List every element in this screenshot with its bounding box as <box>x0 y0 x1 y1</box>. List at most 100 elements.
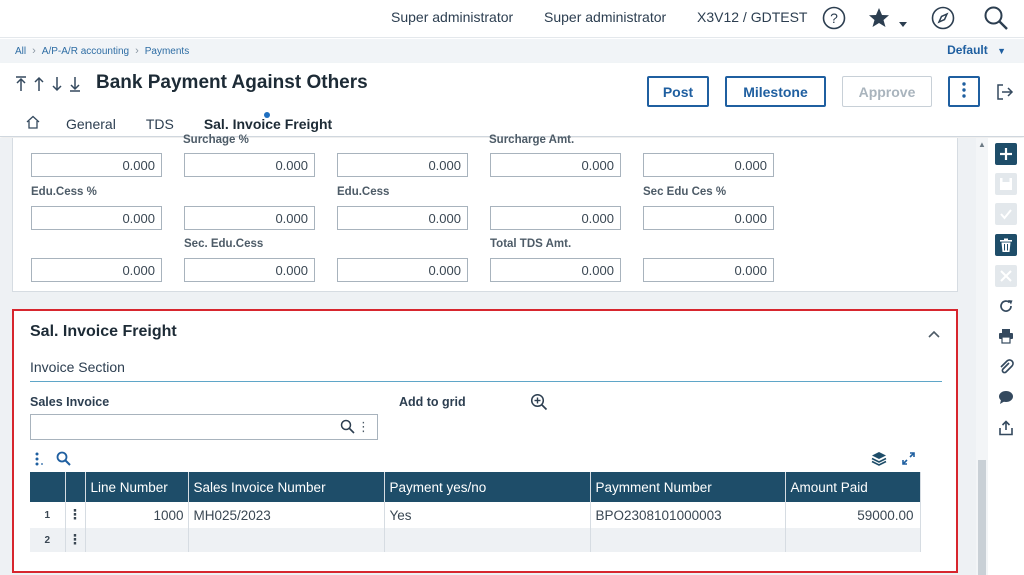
grid-header-sales-invoice-number[interactable]: Sales Invoice Number <box>188 472 385 502</box>
tab-tds[interactable]: TDS <box>146 116 174 132</box>
scrollbar-thumb[interactable] <box>978 460 986 575</box>
surcharge-pct-field[interactable]: 0.000 <box>184 153 315 177</box>
field-r3-c3[interactable]: 0.000 <box>337 258 468 282</box>
surcharge-pct-label: Surchage % <box>183 134 249 146</box>
chevron-down-icon[interactable] <box>896 10 910 38</box>
content-area: Surchage % Surcharge Amt. 0.000 0.000 0.… <box>0 134 976 575</box>
sec-edu-cess-label: Sec. Edu.Cess <box>184 238 264 250</box>
field-r1-c5[interactable]: 0.000 <box>643 153 774 177</box>
breadcrumb: All › A/P-A/R accounting › Payments Defa… <box>0 39 1024 63</box>
breadcrumb-all[interactable]: All <box>15 46 26 57</box>
star-icon[interactable] <box>865 4 893 32</box>
grid-header-line-number[interactable]: Line Number <box>85 472 189 502</box>
compass-icon[interactable] <box>929 4 957 32</box>
expand-icon[interactable] <box>901 451 916 471</box>
check-icon[interactable] <box>995 203 1017 225</box>
refresh-icon[interactable] <box>995 295 1017 317</box>
grid-options-icon[interactable] <box>34 452 44 471</box>
grid-toolbar-right <box>871 451 916 471</box>
kebab-icon[interactable]: ⋮ <box>357 419 370 435</box>
chevron-right-icon: › <box>32 45 36 57</box>
cell-line-number[interactable]: 1000 <box>85 502 189 528</box>
save-icon[interactable] <box>995 173 1017 195</box>
home-icon[interactable] <box>26 115 40 132</box>
search-icon[interactable] <box>340 419 355 439</box>
user-role[interactable]: Super administrator <box>544 9 666 25</box>
print-icon[interactable] <box>995 325 1017 347</box>
content-scrollbar[interactable]: ▲ <box>976 138 988 575</box>
first-record-icon[interactable] <box>14 75 28 98</box>
share-icon[interactable] <box>995 417 1017 439</box>
zoom-in-icon[interactable] <box>530 393 548 416</box>
next-record-icon[interactable] <box>50 75 64 98</box>
help-icon[interactable]: ? <box>820 4 848 32</box>
more-actions-button[interactable] <box>948 76 980 107</box>
edu-cess-field[interactable]: 0.000 <box>337 206 468 230</box>
cell-amount-paid[interactable] <box>785 528 921 552</box>
table-row[interactable]: 1 ⋮ 1000 MH025/2023 Yes BPO2308101000003… <box>30 502 921 528</box>
cell-payment-yes-no[interactable]: Yes <box>384 502 591 528</box>
field-r3-c1[interactable]: 0.000 <box>31 258 162 282</box>
table-row[interactable]: 2 ⋮ <box>30 528 921 552</box>
invoice-grid: Line Number Sales Invoice Number Payment… <box>30 472 921 552</box>
row-number: 1 <box>30 502 66 528</box>
previous-record-icon[interactable] <box>32 75 46 98</box>
grid-header-payment-yes-no[interactable]: Payment yes/no <box>384 472 591 502</box>
field-r3-c5[interactable]: 0.000 <box>643 258 774 282</box>
cell-payment-number[interactable] <box>590 528 786 552</box>
cell-payment-number[interactable]: BPO2308101000003 <box>590 502 786 528</box>
default-dropdown[interactable]: Default ▼ <box>947 43 1006 57</box>
breadcrumb-payments[interactable]: Payments <box>145 46 189 57</box>
grid-header-payment-number[interactable]: Paymment Number <box>590 472 786 502</box>
chevron-up-icon[interactable] <box>928 325 940 341</box>
field-r1-c1[interactable]: 0.000 <box>31 153 162 177</box>
approve-button[interactable]: Approve <box>842 76 932 107</box>
cancel-icon[interactable] <box>995 265 1017 287</box>
cell-payment-yes-no[interactable] <box>384 528 591 552</box>
row-menu-icon[interactable]: ⋮ <box>65 528 86 552</box>
cell-sales-invoice-number[interactable]: MH025/2023 <box>188 502 385 528</box>
cell-line-number[interactable] <box>85 528 189 552</box>
tab-sal-invoice-freight[interactable]: Sal. Invoice Freight <box>204 111 332 132</box>
cell-sales-invoice-number[interactable] <box>188 528 385 552</box>
surcharge-amt-field[interactable]: 0.000 <box>490 153 621 177</box>
edu-cess-pct-label: Edu.Cess % <box>31 186 97 198</box>
field-r2-c4[interactable]: 0.000 <box>490 206 621 230</box>
grid-header-amount-paid[interactable]: Amount Paid <box>785 472 921 502</box>
delete-icon[interactable] <box>995 234 1017 256</box>
cell-amount-paid[interactable]: 59000.00 <box>785 502 921 528</box>
add-icon[interactable] <box>995 143 1017 165</box>
page-title: Bank Payment Against Others <box>96 72 368 93</box>
field-r1-c3[interactable]: 0.000 <box>337 153 468 177</box>
active-tab-dot <box>263 111 270 118</box>
kebab-icon <box>962 82 966 101</box>
user-name[interactable]: Super administrator <box>391 9 513 25</box>
search-icon[interactable] <box>982 4 1010 32</box>
sec-edu-cess-field[interactable]: 0.000 <box>184 258 315 282</box>
breadcrumb-ap-ar[interactable]: A/P-A/R accounting <box>42 46 129 57</box>
milestone-button[interactable]: Milestone <box>725 76 826 107</box>
grid-search-icon[interactable] <box>56 451 71 471</box>
post-button[interactable]: Post <box>647 76 709 107</box>
svg-text:?: ? <box>830 10 838 26</box>
tab-general[interactable]: General <box>66 116 116 132</box>
top-bar: Super administrator Super administrator … <box>0 0 1024 38</box>
exit-icon[interactable] <box>996 83 1014 106</box>
last-record-icon[interactable] <box>68 75 82 98</box>
scroll-up-icon[interactable]: ▲ <box>978 140 986 149</box>
grid-header-menu <box>65 472 86 502</box>
surcharge-amt-label: Surcharge Amt. <box>489 134 575 146</box>
attachment-icon[interactable] <box>995 356 1017 378</box>
sales-invoice-label: Sales Invoice <box>30 395 110 409</box>
sec-edu-ces-pct-label: Sec Edu Ces % <box>643 186 727 198</box>
total-tds-amt-field[interactable]: 0.000 <box>490 258 621 282</box>
folder-name[interactable]: X3V12 / GDTEST <box>697 9 807 25</box>
add-to-grid-label: Add to grid <box>399 395 466 409</box>
edu-cess-pct-field[interactable]: 0.000 <box>31 206 162 230</box>
sales-invoice-input[interactable]: ⋮ <box>30 414 378 440</box>
layers-icon[interactable] <box>871 451 887 471</box>
field-r2-c2[interactable]: 0.000 <box>184 206 315 230</box>
sec-edu-ces-pct-field[interactable]: 0.000 <box>643 206 774 230</box>
comment-icon[interactable] <box>995 386 1017 408</box>
row-menu-icon[interactable]: ⋮ <box>65 502 86 528</box>
